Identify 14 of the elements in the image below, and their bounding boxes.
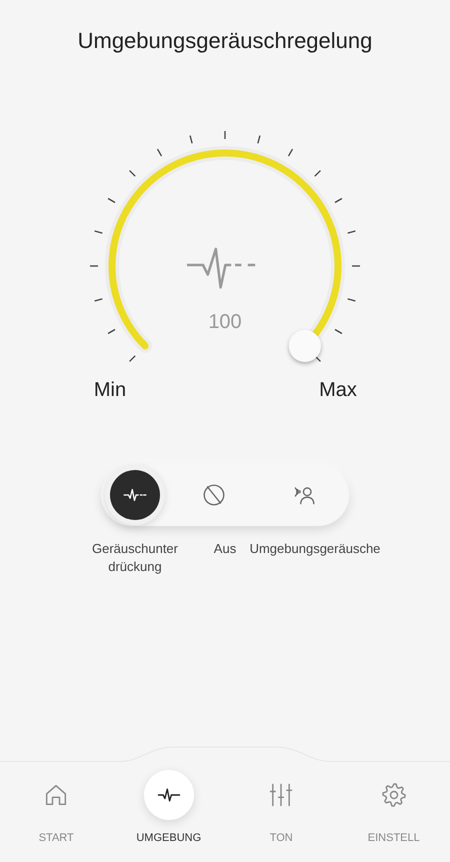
max-label: Max <box>319 379 357 401</box>
min-label: Min <box>94 379 126 401</box>
nav-tab[interactable]: EINSTELL <box>338 762 450 862</box>
settings-icon <box>380 781 408 809</box>
prohibited-icon <box>201 482 227 508</box>
mode-label: Aus <box>214 540 236 558</box>
level-value: 100 <box>208 311 242 333</box>
mode-label: Geräuschunter drückung <box>92 540 178 576</box>
screen-title: Umgebungsgeräuschregelung <box>76 28 374 54</box>
mode-label: Umgebungsgeräusche <box>250 540 380 558</box>
nav-tab[interactable]: UMGEBUNG <box>112 762 225 862</box>
nav-tab[interactable]: TON <box>225 762 338 862</box>
pulse-icon <box>186 248 256 289</box>
nav-tab[interactable]: START <box>0 762 112 862</box>
